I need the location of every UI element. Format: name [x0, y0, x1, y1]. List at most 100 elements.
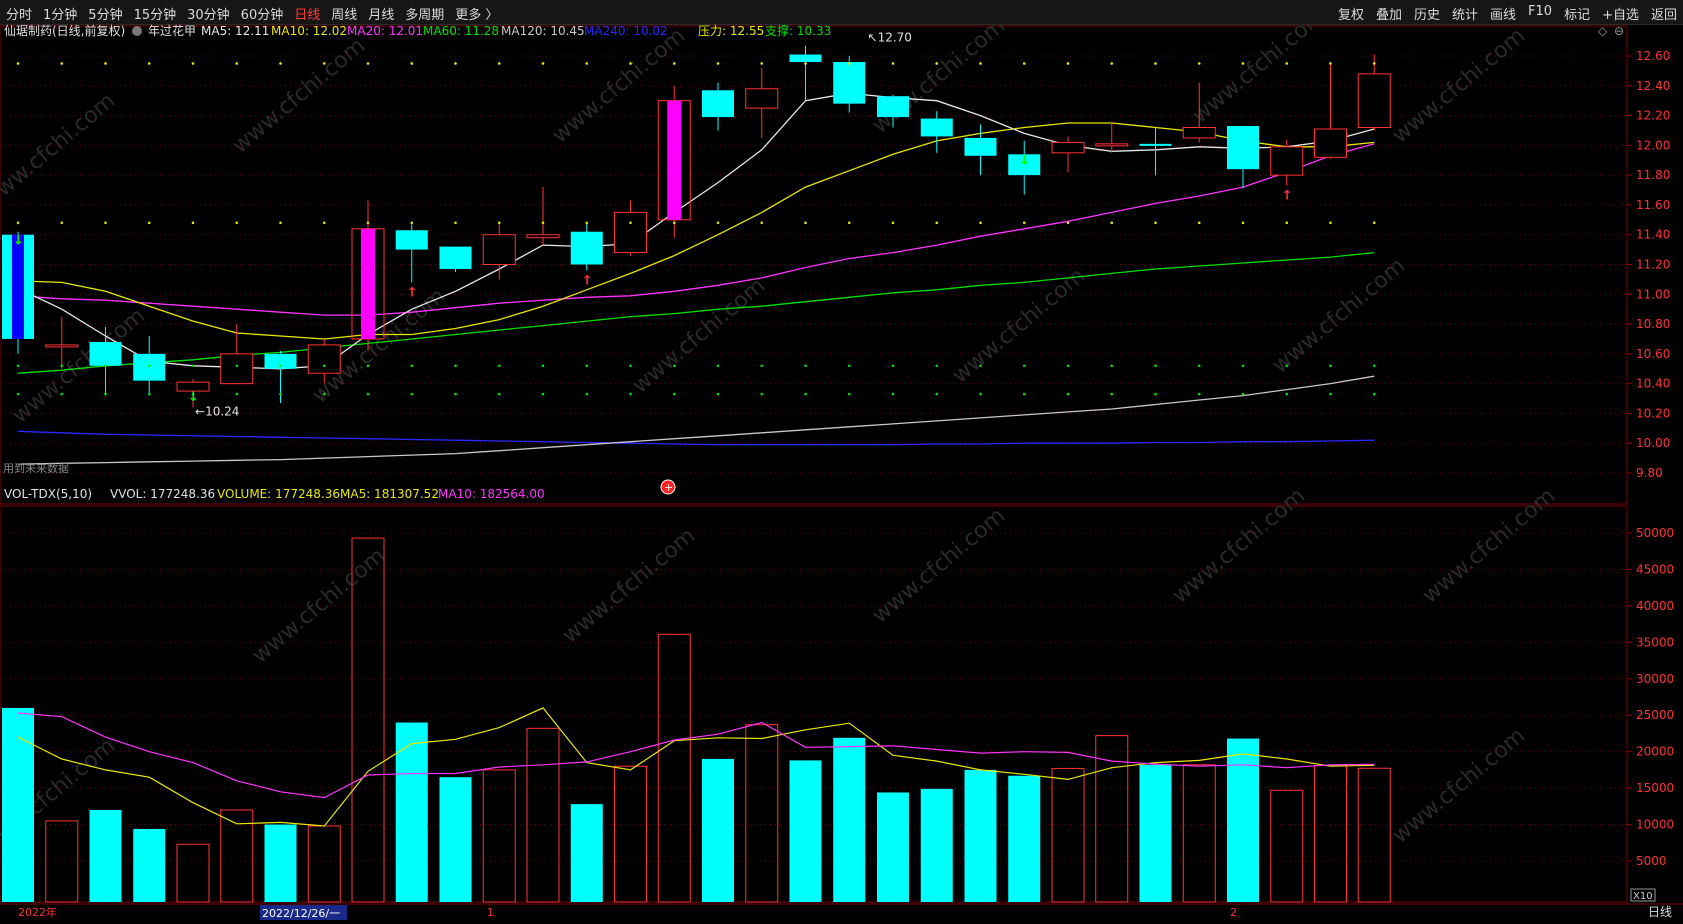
support-dot: [279, 392, 282, 396]
volume-bar: [657, 633, 691, 903]
candlestick[interactable]: [702, 82, 734, 131]
restore-rights-button[interactable]: 复权: [1338, 4, 1364, 23]
add-watchlist-button[interactable]: +自选: [1602, 4, 1639, 23]
candle-body: [1095, 143, 1129, 147]
price-tick-label: 12.40: [1636, 79, 1670, 93]
pressure-dot: [60, 221, 64, 225]
tab-intraday[interactable]: 分时: [6, 4, 32, 23]
candlestick[interactable]: [1139, 127, 1172, 176]
candle-body: [702, 90, 734, 118]
ma20-value: MA20: 12.01: [347, 24, 423, 38]
f10-button[interactable]: F10: [1528, 4, 1552, 23]
period-tabs: 分时 1分钟 5分钟 15分钟 30分钟 60分钟 日线 周线 月线 多周期 更…: [6, 4, 498, 23]
candle-body: [526, 234, 560, 239]
history-button[interactable]: 历史: [1414, 4, 1440, 23]
volume-bar: [395, 722, 428, 902]
support-dot: [672, 392, 676, 396]
statistics-button[interactable]: 统计: [1452, 4, 1478, 23]
candlestick[interactable]: [395, 224, 428, 283]
event-marker-icon[interactable]: +: [660, 479, 676, 495]
diamond-icon[interactable]: ◇: [1598, 24, 1608, 38]
volume-bar: [1139, 764, 1172, 902]
pressure-dot: [147, 62, 151, 65]
support-dot: [16, 364, 20, 368]
candle-body: [1270, 146, 1304, 176]
price-tick-label: 10.00: [1636, 436, 1670, 450]
support-dot: [804, 364, 807, 368]
candlestick[interactable]: [789, 45, 822, 101]
support-dot: [541, 392, 545, 396]
support-dot: [1285, 364, 1289, 368]
volume-tick-label: 45000: [1636, 562, 1674, 576]
candlestick[interactable]: [1227, 125, 1259, 189]
pressure-dot: [16, 221, 20, 225]
price-tick-label: 9.80: [1636, 466, 1663, 480]
pressure-dot: [716, 221, 720, 225]
volume-tick-label: 25000: [1636, 708, 1674, 722]
overlay-button[interactable]: 叠加: [1376, 4, 1402, 23]
tab-5min[interactable]: 5分钟: [88, 4, 122, 23]
collapse-icon[interactable]: ⊖: [1614, 24, 1624, 38]
support-dot: [454, 364, 457, 368]
volume-tick-label: 20000: [1636, 745, 1674, 759]
support-dot: [716, 392, 720, 396]
candle-body-inner: [12, 234, 24, 339]
candle-body: [482, 234, 516, 265]
candlestick[interactable]: [482, 222, 516, 280]
pressure-dot: [366, 62, 370, 65]
tab-1min[interactable]: 1分钟: [43, 4, 77, 23]
pressure-dot: [1372, 221, 1376, 225]
mark-button[interactable]: 标记: [1564, 4, 1590, 23]
tab-more[interactable]: 更多 〉: [455, 4, 498, 23]
signal-arrow-icon: ↑: [582, 273, 593, 288]
ma10-line: [17, 122, 1375, 340]
tab-weekly[interactable]: 周线: [331, 4, 357, 23]
candlestick[interactable]: [439, 246, 472, 272]
tab-monthly[interactable]: 月线: [368, 4, 394, 23]
tab-60min[interactable]: 60分钟: [241, 4, 284, 23]
pressure-dot: [1372, 62, 1376, 65]
vvol-value: VVOL: 177248.36: [110, 487, 215, 501]
tab-daily[interactable]: 日线: [294, 4, 320, 23]
volume-bar: [1227, 738, 1259, 902]
candlestick[interactable]: [920, 111, 953, 153]
pressure-dot: [104, 62, 107, 65]
draw-line-button[interactable]: 画线: [1490, 4, 1516, 23]
volume-bar: [351, 537, 385, 903]
candlestick[interactable]: [2, 231, 34, 354]
signal-arrow-icon: ↓: [188, 390, 199, 405]
tab-30min[interactable]: 30分钟: [187, 4, 230, 23]
support-dot: [891, 364, 895, 368]
candlestick[interactable]: [526, 187, 560, 246]
pressure-dot: [16, 62, 20, 65]
pressure-dot: [1285, 62, 1289, 65]
support-dot: [1022, 364, 1026, 368]
tab-multi-period[interactable]: 多周期: [405, 4, 444, 23]
support-dot: [1241, 364, 1245, 368]
watermark-text: www.cfchi.com: [1388, 24, 1530, 149]
candlestick[interactable]: [1357, 54, 1391, 131]
candlestick[interactable]: [220, 324, 254, 385]
tool-buttons: 复权 叠加 历史 统计 画线 F10 标记 +自选 返回: [1338, 4, 1677, 23]
support-dot: [716, 364, 720, 368]
candlestick[interactable]: [614, 200, 647, 256]
pressure-dot: [1241, 62, 1245, 65]
candlestick[interactable]: [657, 85, 691, 238]
candlestick[interactable]: [1095, 121, 1129, 153]
watermark-text: www.cfchi.com: [628, 273, 770, 398]
future-data-note: 用到未来数据: [3, 461, 69, 475]
tab-15min[interactable]: 15分钟: [134, 4, 177, 23]
back-button[interactable]: 返回: [1651, 4, 1677, 23]
kline-chart[interactable]: www.cfchi.com www.cfchi.com www.cfchi.com w…: [0, 24, 1683, 924]
vol-ma5-value: MA5: 181307.52: [340, 487, 439, 501]
candle-body: [1182, 126, 1216, 139]
candlestick[interactable]: [570, 222, 603, 271]
candlestick[interactable]: [745, 67, 779, 138]
support-dot: [1022, 392, 1026, 396]
pressure-dot: [847, 62, 851, 65]
pressure-dot: [541, 221, 545, 225]
pressure-dot: [541, 62, 545, 65]
pressure-dot: [672, 221, 676, 225]
candlestick[interactable]: [1314, 63, 1347, 159]
support-dot: [104, 364, 107, 368]
